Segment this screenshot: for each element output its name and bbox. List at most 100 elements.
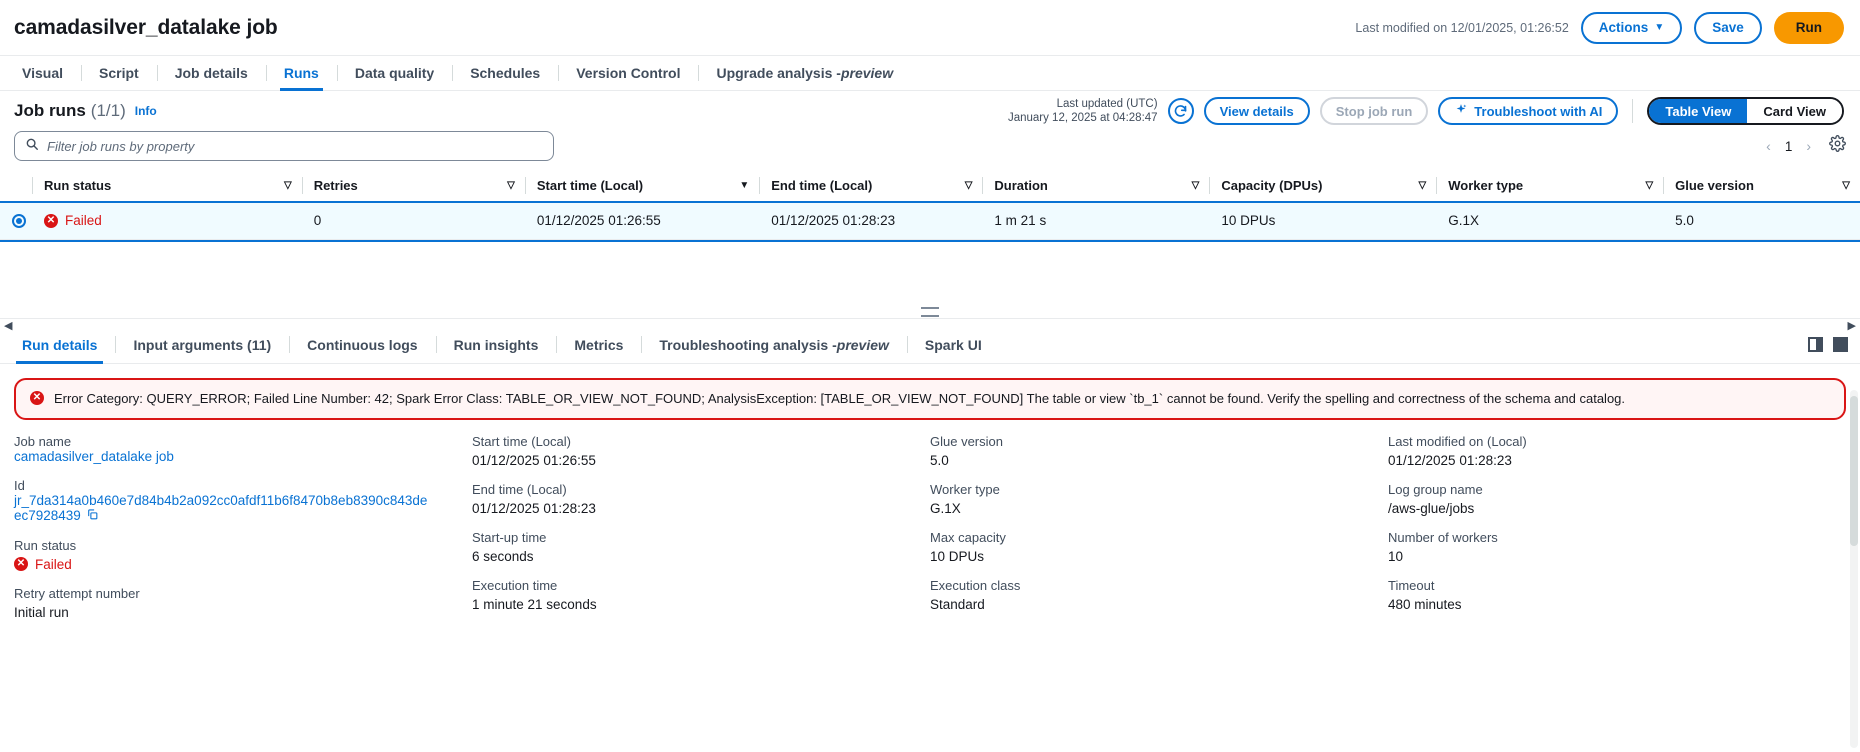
label-id: Id (14, 477, 25, 493)
btab-label: Continuous logs (307, 336, 418, 353)
panel-layout-icons (1808, 326, 1860, 363)
page-header: camadasilver_datalake job Last modified … (0, 0, 1860, 56)
col-label: Duration (994, 178, 1048, 193)
header-actions: Last modified on 12/01/2025, 01:26:52 Ac… (1355, 11, 1844, 44)
job-runs-title: Job runs (14, 101, 86, 120)
col-capacity[interactable]: Capacity (DPUs) ▽ (1209, 171, 1437, 203)
sort-icon: ▽ (283, 180, 292, 191)
btab-label: Troubleshooting analysis - (659, 336, 837, 353)
btab-continuous-logs[interactable]: Continuous logs (289, 326, 435, 363)
col-start-time[interactable]: Start time (Local) ▼ (524, 171, 760, 203)
page-title: camadasilver_datalake job (14, 15, 278, 39)
tab-job-details[interactable]: Job details (156, 56, 266, 90)
btab-troubleshooting-analysis[interactable]: Troubleshooting analysis - preview (641, 326, 907, 363)
value-timeout: 480 minutes (1388, 596, 1462, 612)
full-pane-icon[interactable] (1833, 337, 1848, 352)
troubleshoot-with-ai-button[interactable]: Troubleshoot with AI (1438, 97, 1619, 125)
row-radio-cell[interactable] (0, 202, 32, 240)
value-last-modified-on: 01/12/2025 01:28:23 (1388, 452, 1512, 468)
glue-job-runs-page: camadasilver_datalake job Last modified … (0, 0, 1860, 752)
error-alert-message: Error Category: QUERY_ERROR; Failed Line… (54, 391, 1626, 406)
pagination-next[interactable]: › (1802, 138, 1815, 154)
last-updated-label: Last updated (UTC) (1056, 97, 1158, 110)
value-number-of-workers: 10 (1388, 548, 1404, 564)
run-button[interactable]: Run (1773, 11, 1844, 44)
col-label: Worker type (1448, 178, 1524, 193)
value-run-status: ✕ Failed (14, 557, 472, 572)
col-worker-type[interactable]: Worker type ▽ (1436, 171, 1664, 203)
search-icon (25, 137, 39, 156)
col-retries[interactable]: Retries ▽ (301, 171, 525, 203)
refresh-icon[interactable] (1167, 98, 1194, 124)
tab-upgrade-analysis[interactable]: Upgrade analysis - preview (698, 56, 911, 90)
search-input[interactable] (47, 138, 543, 154)
col-label: Retries (313, 178, 358, 193)
label-run-status: Run status (14, 537, 77, 553)
btab-preview-badge: preview (836, 336, 889, 353)
split-pane-icon[interactable] (1808, 337, 1823, 352)
view-mode-toggle: Table View Card View (1647, 97, 1844, 125)
scrollbar-thumb[interactable] (1850, 396, 1858, 546)
card-view-button[interactable]: Card View (1747, 99, 1842, 123)
stop-job-run-button: Stop job run (1319, 97, 1429, 125)
actions-button[interactable]: Actions ▼ (1580, 11, 1683, 44)
tab-label: Data quality (354, 65, 435, 81)
row-radio-button[interactable] (12, 213, 26, 228)
value-id[interactable]: jr_7da314a0b460e7d84b4b2a092cc0afdf11b6f… (14, 493, 472, 508)
tab-preview-badge: preview (840, 65, 894, 81)
col-label: Run status (44, 178, 112, 193)
tab-script[interactable]: Script (81, 56, 157, 90)
btab-label: Input arguments (11) (133, 336, 272, 353)
save-button[interactable]: Save (1694, 11, 1762, 44)
tab-label: Visual (22, 65, 63, 81)
pagination-prev[interactable]: ‹ (1762, 138, 1775, 154)
tab-label: Runs (283, 65, 319, 81)
view-details-button[interactable]: View details (1203, 97, 1310, 125)
table-view-button[interactable]: Table View (1649, 99, 1748, 123)
copy-icon[interactable] (86, 508, 99, 524)
label-execution-class: Execution class (930, 577, 1021, 593)
run-status-text: Failed (35, 556, 72, 572)
details-column-1: Job name camadasilver_datalake job Id jr… (14, 434, 472, 620)
btab-input-arguments[interactable]: Input arguments (11) (115, 326, 289, 363)
value-log-group-name: /aws-glue/jobs (1388, 500, 1475, 516)
label-log-group-name: Log group name (1388, 481, 1483, 497)
col-duration[interactable]: Duration ▽ (982, 171, 1210, 203)
label-timeout: Timeout (1388, 577, 1435, 593)
error-alert: ✕ Error Category: QUERY_ERROR; Failed Li… (14, 378, 1846, 420)
sort-icon: ▽ (1418, 180, 1427, 191)
value-job-name[interactable]: camadasilver_datalake job (14, 449, 472, 464)
col-label: Glue version (1675, 178, 1754, 193)
btab-run-insights[interactable]: Run insights (435, 326, 557, 363)
details-vertical-scrollbar[interactable] (1850, 390, 1858, 748)
info-link[interactable]: Info (135, 104, 157, 118)
panel-resize-handle[interactable] (921, 307, 939, 317)
value-id-continued[interactable]: ec7928439 (14, 508, 81, 523)
value-execution-time: 1 minute 21 seconds (472, 596, 597, 612)
tab-schedules[interactable]: Schedules (452, 56, 558, 90)
search-box[interactable] (14, 131, 554, 161)
tab-data-quality[interactable]: Data quality (336, 56, 452, 90)
btab-metrics[interactable]: Metrics (556, 326, 641, 363)
tab-runs[interactable]: Runs (265, 56, 337, 91)
col-run-status[interactable]: Run status ▽ (32, 171, 302, 203)
tab-label: Script (99, 65, 139, 81)
btab-label: Metrics (574, 336, 624, 353)
tab-visual[interactable]: Visual (4, 56, 81, 90)
job-runs-header: Job runs (1/1) Info Last updated (UTC) J… (0, 91, 1860, 131)
sort-icon: ▽ (1645, 180, 1654, 191)
btab-spark-ui[interactable]: Spark UI (906, 326, 1000, 363)
label-glue-version: Glue version (930, 433, 1003, 449)
col-glue-version[interactable]: Glue version ▽ (1663, 171, 1860, 203)
label-last-modified-on: Last modified on (Local) (1388, 433, 1527, 449)
pagination-page[interactable]: 1 (1785, 139, 1793, 154)
tab-version-control[interactable]: Version Control (558, 56, 698, 90)
tab-label: Version Control (576, 65, 681, 81)
table-row[interactable]: ✕ Failed 0 01/12/2025 01:26:55 01/12/202… (0, 200, 1860, 242)
gear-icon[interactable] (1829, 135, 1846, 157)
details-column-2: Start time (Local) 01/12/2025 01:26:55 E… (472, 434, 930, 620)
btab-run-details[interactable]: Run details (4, 326, 115, 364)
col-end-time[interactable]: End time (Local) ▽ (759, 171, 983, 203)
label-retry-attempt-number: Retry attempt number (14, 585, 140, 601)
cell-duration: 1 m 21 s (982, 202, 1210, 240)
